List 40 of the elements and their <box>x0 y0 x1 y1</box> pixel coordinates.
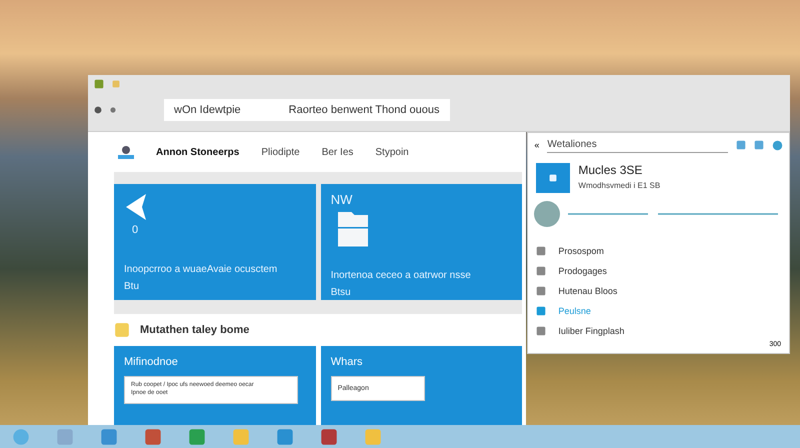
address-field[interactable]: wOn Idewtpie Raorteo benwent Thond ouous <box>164 99 450 121</box>
menu-item[interactable]: Prosospom <box>528 241 789 261</box>
item-icon <box>536 286 546 296</box>
user-icon[interactable] <box>118 145 134 159</box>
menu-item[interactable]: Iuliber Fingplash <box>528 321 789 341</box>
app-icon[interactable] <box>320 428 338 446</box>
tile-text: Inoopcrroo a wuaeAvaie ocusctem <box>124 264 278 275</box>
menu-item[interactable]: Prodogages <box>528 261 789 281</box>
card-subtitle: Wmodhsvmedi i E1 SB <box>578 181 660 190</box>
item-icon <box>536 306 546 316</box>
nav-link[interactable]: Stypoin <box>375 146 409 158</box>
app-icon[interactable] <box>276 428 294 446</box>
menu-item[interactable]: Hutenau Bloos <box>528 281 789 301</box>
nav-link[interactable]: Annon Stoneerps <box>156 146 240 158</box>
nav-link[interactable]: Ber Ies <box>322 146 354 158</box>
app-icon[interactable] <box>188 428 206 446</box>
tile-subtext: Btsu <box>330 287 352 298</box>
card-title: Mucles 3SE <box>578 163 644 177</box>
app-icon[interactable] <box>144 428 162 446</box>
search-field[interactable]: Wetaliones <box>547 137 728 153</box>
item-icon <box>536 326 546 336</box>
tile-heading: NW <box>330 192 354 207</box>
app-icon[interactable] <box>100 428 118 446</box>
tile-heading: Whars <box>330 356 364 368</box>
back-icon[interactable]: « <box>534 140 540 150</box>
item-icon <box>536 266 546 276</box>
page-title: Raorteo benwent Thond ouous <box>288 104 440 116</box>
document-tile[interactable] <box>536 163 570 193</box>
help-icon[interactable] <box>772 140 783 150</box>
address-path: wOn Idewtpie <box>174 104 241 116</box>
app-icon[interactable] <box>94 79 104 89</box>
tile-subtext: Btu <box>124 281 140 292</box>
tile-text: Inortenoa ceceo a oatrwor nsse <box>330 270 472 281</box>
tile-heading: Mifinodnoe <box>124 356 179 368</box>
tile-count: 0 <box>131 224 140 236</box>
note-icon <box>114 322 130 338</box>
nav-link[interactable]: Pliodipte <box>261 146 300 158</box>
section-title: Mutathen taley bome <box>140 324 250 336</box>
item-icon <box>536 246 546 256</box>
avatar <box>534 201 560 227</box>
